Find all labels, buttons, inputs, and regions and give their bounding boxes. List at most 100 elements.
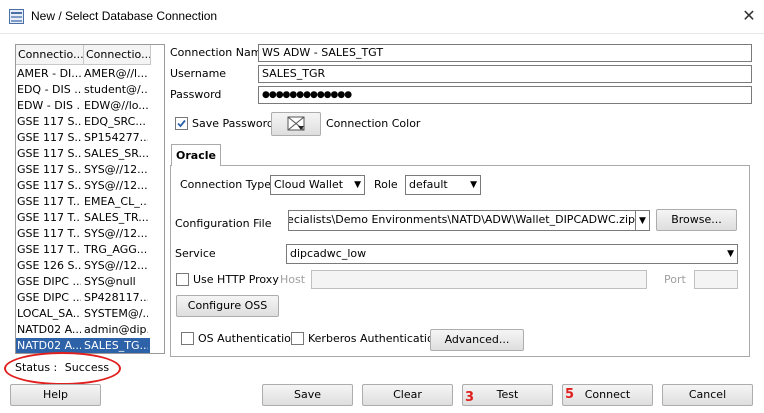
connection-details-cell: SYS@//12... xyxy=(84,259,148,272)
connection-name-cell: GSE 117 S... xyxy=(17,147,81,160)
connection-details-cell: AMER@//l... xyxy=(84,67,148,80)
port-field[interactable] xyxy=(694,270,738,289)
dropdown-arrow-icon: ▼ xyxy=(639,216,646,226)
connection-name-cell: GSE 117 S... xyxy=(17,131,81,144)
service-value: dipcadwc_low xyxy=(290,247,367,260)
connection-type-label: Connection Type xyxy=(180,178,272,191)
config-file-dropdown[interactable]: ▼ xyxy=(635,210,650,231)
help-button[interactable]: Help xyxy=(10,384,101,406)
connection-name-cell: GSE 117 T... xyxy=(17,195,81,208)
list-item[interactable]: NATD02 A...admin@dip... xyxy=(16,322,150,338)
connection-details-cell: SP154277... xyxy=(84,131,148,144)
connection-name-cell: NATD02 A... xyxy=(17,323,81,336)
config-file-label: Configuration File xyxy=(175,217,272,230)
os-authentication-checkbox[interactable] xyxy=(181,332,194,345)
port-label: Port xyxy=(664,273,686,286)
connection-name-cell: EDW - DIS ... xyxy=(17,99,81,112)
save-password-checkbox[interactable] xyxy=(175,117,188,130)
connection-details-cell: SYS@//12... xyxy=(84,179,148,192)
connection-details-cell: SALES_TR... xyxy=(84,211,148,224)
connection-name-cell: GSE 117 S... xyxy=(17,115,81,128)
host-label: Host xyxy=(280,273,306,286)
list-item[interactable]: GSE 126 S... SYS@//12... xyxy=(16,258,150,274)
connection-details-cell: SALES_SR... xyxy=(84,147,148,160)
use-http-proxy-label: Use HTTP Proxy xyxy=(193,273,279,286)
connection-color-button[interactable] xyxy=(271,112,321,136)
connection-name-label: Connection Name xyxy=(170,46,269,59)
connection-details-cell: SYSTEM@/... xyxy=(84,307,148,320)
list-item[interactable]: GSE 117 T... SALES_TR... xyxy=(16,210,150,226)
connection-details-cell: SYS@//12... xyxy=(84,227,148,240)
connection-details-cell: EDW@//lo... xyxy=(84,99,148,112)
connection-name-cell: GSE DIPC ... xyxy=(17,291,81,304)
connection-details-cell: EMEA_CL_... xyxy=(84,195,148,208)
clear-button[interactable]: Clear xyxy=(362,384,453,406)
cancel-button[interactable]: Cancel xyxy=(662,384,753,406)
connection-name-cell: GSE 117 S... xyxy=(17,163,81,176)
configure-oss-button[interactable]: Configure OSS xyxy=(176,295,279,317)
list-item[interactable]: NATD02 A... SALES_TG... xyxy=(16,338,150,353)
os-authentication-label: OS Authentication xyxy=(198,332,298,345)
role-select[interactable]: default ▼ xyxy=(405,175,481,195)
list-item[interactable]: GSE DIPC ... SP428117... xyxy=(16,290,150,306)
connection-name-cell: GSE DIPC ... xyxy=(17,275,81,288)
list-item[interactable]: GSE 117 T... TRG_AGG... xyxy=(16,242,150,258)
connection-name-cell: AMER - DI... xyxy=(17,67,81,80)
list-item[interactable]: GSE 117 S... EDQ_SRC... xyxy=(16,114,150,130)
list-item[interactable]: GSE 117 S... SYS@//12... xyxy=(16,178,150,194)
list-item[interactable]: GSE DIPC ... SYS@null xyxy=(16,274,150,290)
list-item[interactable]: GSE 117 S... SP154277... xyxy=(16,130,150,146)
checkmark-icon xyxy=(177,119,186,128)
list-item[interactable]: GSE 117 S... SALES_SR... xyxy=(16,146,150,162)
test-button[interactable]: Test xyxy=(462,384,553,406)
save-button[interactable]: Save xyxy=(262,384,353,406)
dropdown-arrow-icon: ▼ xyxy=(354,180,361,190)
host-field[interactable] xyxy=(311,270,647,289)
config-file-field[interactable]: ition Specialists\Demo Environments\NATD… xyxy=(288,210,636,231)
list-item[interactable]: GSE 117 T... SYS@//12... xyxy=(16,226,150,242)
browse-button[interactable]: Browse... xyxy=(656,209,737,231)
connection-details-cell: SYS@//12... xyxy=(84,163,148,176)
connection-name-cell: GSE 117 S... xyxy=(17,179,81,192)
connection-details-cell: admin@dip... xyxy=(84,323,148,336)
list-header-details[interactable]: Connectio... xyxy=(84,45,151,65)
list-item[interactable]: EDW - DIS ... EDW@//lo... xyxy=(16,98,150,114)
tab-oracle[interactable]: Oracle xyxy=(171,144,221,166)
connection-details-cell: SYS@null xyxy=(84,275,136,288)
kerberos-authentication-label: Kerberos Authentication xyxy=(308,332,441,345)
advanced-button[interactable]: Advanced... xyxy=(430,329,524,351)
connect-button[interactable]: Connect xyxy=(562,384,653,406)
connection-color-label: Connection Color xyxy=(326,117,421,130)
list-item[interactable]: AMER - DI... AMER@//l... xyxy=(16,66,150,82)
connection-list[interactable]: Connectio... Connectio... AMER - DI... AM… xyxy=(15,44,165,354)
connection-name-cell: GSE 117 T... xyxy=(17,227,81,240)
username-label: Username xyxy=(170,67,227,80)
connection-details-cell: student@/... xyxy=(84,83,148,96)
window-title: New / Select Database Connection xyxy=(31,9,218,23)
kerberos-authentication-checkbox[interactable] xyxy=(291,332,304,345)
use-http-proxy-checkbox[interactable] xyxy=(176,273,189,286)
password-field[interactable]: ●●●●●●●●●●●●● xyxy=(258,86,752,104)
dropdown-arrow-icon: ▼ xyxy=(727,249,734,259)
password-label: Password xyxy=(170,88,222,101)
connection-name-cell: EDQ - DIS ... xyxy=(17,83,81,96)
close-icon[interactable]: ✕ xyxy=(738,5,760,27)
status-highlight-oval xyxy=(4,352,121,385)
config-file-value: ition Specialists\Demo Environments\NATD… xyxy=(288,213,635,226)
username-field[interactable]: SALES_TGR xyxy=(258,65,752,83)
color-swatch-icon xyxy=(287,116,305,131)
service-select[interactable]: dipcadwc_low ▼ xyxy=(286,244,738,264)
list-header-name[interactable]: Connectio... xyxy=(16,45,84,65)
save-password-label: Save Password xyxy=(192,117,274,130)
connection-details-cell: SALES_TG... xyxy=(84,339,148,352)
connection-details-cell: EDQ_SRC... xyxy=(84,115,146,128)
service-label: Service xyxy=(175,247,216,260)
connection-name-cell: GSE 117 T... xyxy=(17,243,81,256)
connection-type-select[interactable]: Cloud Wallet ▼ xyxy=(270,175,365,195)
connection-name-field[interactable]: WS ADW - SALES_TGT xyxy=(258,44,752,62)
list-item[interactable]: GSE 117 T... EMEA_CL_... xyxy=(16,194,150,210)
list-item[interactable]: LOCAL_SA... SYSTEM@/... xyxy=(16,306,150,322)
list-item[interactable]: GSE 117 S... SYS@//12... xyxy=(16,162,150,178)
connection-name-cell: GSE 126 S... xyxy=(17,259,81,272)
list-item[interactable]: EDQ - DIS ... student@/... xyxy=(16,82,150,98)
